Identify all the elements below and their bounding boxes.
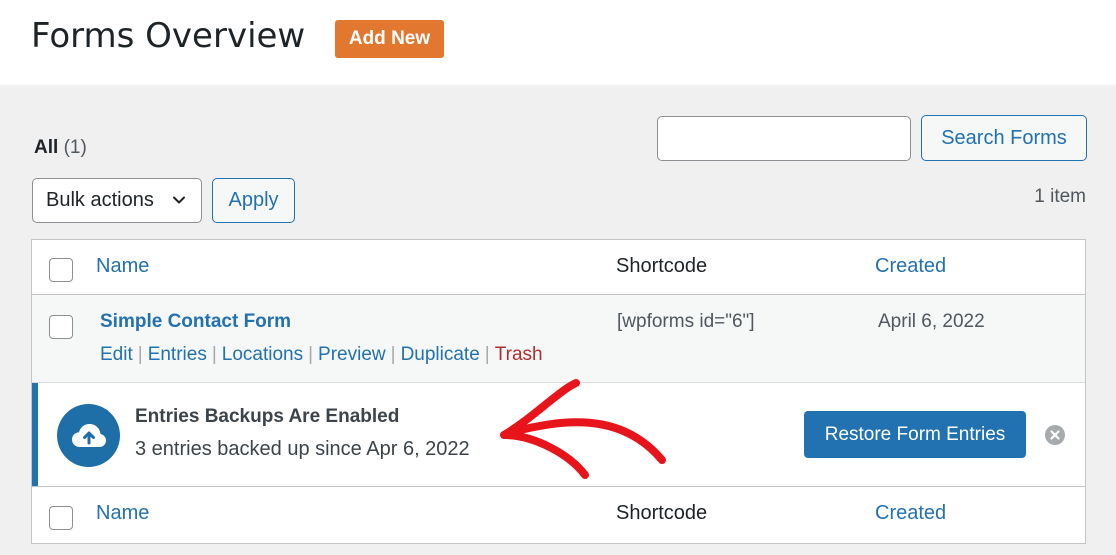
separator: |	[211, 344, 217, 365]
filter-all-label: All	[34, 137, 59, 158]
action-duplicate[interactable]: Duplicate	[401, 344, 480, 365]
select-all-checkbox-footer[interactable]	[49, 506, 73, 530]
cloud-upload-icon-glyph	[71, 423, 106, 447]
item-count: 1 item	[1034, 186, 1086, 207]
column-header-shortcode: Shortcode	[616, 255, 708, 277]
separator: |	[308, 344, 314, 365]
row-checkbox[interactable]	[49, 315, 73, 339]
action-locations[interactable]: Locations	[222, 344, 303, 365]
forms-table: Name Shortcode Created Simple Contact Fo…	[31, 239, 1086, 544]
form-title-link[interactable]: Simple Contact Form	[100, 311, 291, 333]
shortcode-value: [wpforms id="6"]	[617, 311, 755, 332]
column-footer-shortcode: Shortcode	[616, 502, 708, 524]
created-date: April 6, 2022	[878, 311, 985, 332]
page-title: Forms Overview	[31, 16, 306, 56]
apply-button[interactable]: Apply	[212, 178, 295, 223]
column-footer-created[interactable]: Created	[875, 502, 946, 525]
table-row: Simple Contact Form Edit | Entries | Locatio…	[32, 295, 1085, 383]
separator: |	[484, 344, 490, 365]
dismiss-icon[interactable]	[1045, 425, 1065, 445]
chevron-down-icon	[173, 196, 185, 204]
column-header-name[interactable]: Name	[96, 255, 149, 278]
cloud-upload-icon	[57, 404, 120, 467]
restore-form-entries-button[interactable]: Restore Form Entries	[804, 411, 1026, 458]
separator: |	[390, 344, 396, 365]
column-footer-name[interactable]: Name	[96, 502, 149, 525]
bulk-actions-select[interactable]: Bulk actions	[32, 178, 202, 223]
action-edit[interactable]: Edit	[100, 344, 133, 365]
filter-all-link[interactable]: All (1)	[34, 137, 87, 159]
action-trash[interactable]: Trash	[495, 344, 543, 365]
search-input[interactable]	[657, 116, 911, 161]
table-header-row: Name Shortcode Created	[32, 240, 1085, 295]
backup-notice: Entries Backups Are Enabled 3 entries ba…	[32, 383, 1085, 487]
add-new-button[interactable]: Add New	[335, 20, 444, 58]
page-header: Forms Overview Add New	[0, 0, 1116, 85]
bulk-actions-value: Bulk actions	[46, 189, 154, 211]
separator: |	[137, 344, 143, 365]
table-footer-row: Name Shortcode Created	[32, 487, 1085, 543]
notice-accent-bar	[32, 383, 38, 486]
action-entries[interactable]: Entries	[148, 344, 207, 365]
row-actions: Edit | Entries | Locations | Preview | Duplicate…	[100, 344, 543, 366]
notice-title: Entries Backups Are Enabled	[135, 406, 400, 427]
filter-all-count: (1)	[63, 137, 87, 158]
search-forms-button[interactable]: Search Forms	[921, 115, 1087, 161]
select-all-checkbox[interactable]	[49, 258, 73, 282]
action-preview[interactable]: Preview	[318, 344, 386, 365]
column-header-created[interactable]: Created	[875, 255, 946, 278]
notice-description: 3 entries backed up since Apr 6, 2022	[135, 438, 470, 460]
